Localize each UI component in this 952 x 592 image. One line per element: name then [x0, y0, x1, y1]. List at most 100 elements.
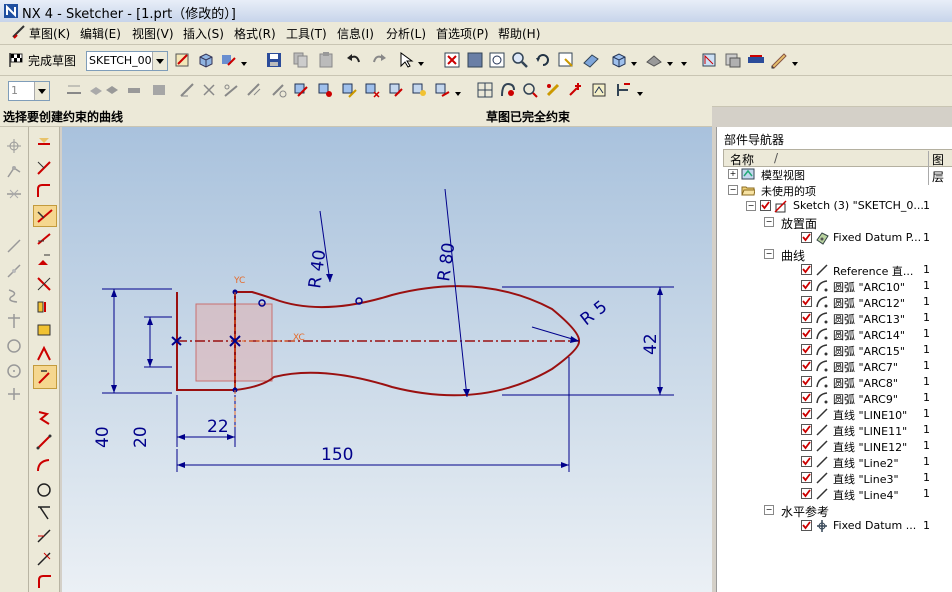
menu-help[interactable]: 帮助(H)	[498, 25, 540, 42]
reorder-icon[interactable]	[614, 81, 632, 99]
dimension-42[interactable]: 42	[641, 333, 661, 355]
chevron-down-icon[interactable]	[681, 61, 687, 67]
menu-view[interactable]: 视图(V)	[132, 25, 174, 42]
chevron-down-icon[interactable]	[631, 61, 637, 67]
quick-extend-tool-icon[interactable]	[35, 504, 53, 522]
save-icon[interactable]	[265, 51, 283, 69]
show-remove-constraints-icon[interactable]	[363, 81, 381, 99]
delay-evaluation-icon[interactable]	[544, 81, 562, 99]
line-icon[interactable]	[5, 237, 23, 255]
checkbox-checked-icon[interactable]	[801, 312, 812, 323]
reattach-icon[interactable]	[220, 51, 238, 69]
tree-node-line11[interactable]: 直线 "LINE11" 1	[717, 422, 952, 438]
parallel-dimension-icon[interactable]	[125, 81, 143, 99]
angular-dimension-icon[interactable]	[178, 81, 196, 99]
arc-icon[interactable]	[5, 262, 23, 280]
checkbox-checked-icon[interactable]	[801, 392, 812, 403]
fillet-tool-icon[interactable]	[35, 572, 53, 590]
checkbox-checked-icon[interactable]	[801, 328, 812, 339]
checkbox-checked-icon[interactable]	[801, 280, 812, 291]
select-tool-icon-active[interactable]	[33, 365, 57, 389]
dimension-150[interactable]: 150	[321, 445, 353, 465]
chevron-down-icon[interactable]	[455, 91, 461, 97]
zoom-icon[interactable]	[488, 51, 506, 69]
edit-object-icon[interactable]	[770, 51, 788, 69]
evaluate-sketch-icon[interactable]	[567, 81, 585, 99]
fit-view-icon[interactable]	[443, 51, 461, 69]
auto-constrain-icon[interactable]	[292, 81, 310, 99]
mirror-tool-icon[interactable]	[35, 252, 53, 270]
expand-icon[interactable]: +	[728, 169, 738, 179]
plus-point-icon[interactable]	[5, 385, 23, 403]
constraint-icon[interactable]	[270, 81, 288, 99]
graphics-window[interactable]: YC XC R 40 R 80 R 5 42 40 20 22 150	[62, 127, 712, 592]
show-all-constraints-icon[interactable]	[316, 81, 334, 99]
work-layer-icon[interactable]	[747, 51, 765, 69]
checkbox-checked-icon[interactable]	[801, 376, 812, 387]
paste-icon[interactable]	[317, 51, 335, 69]
render-style-icon[interactable]	[645, 51, 663, 69]
magnify-icon[interactable]	[511, 51, 529, 69]
pan-icon[interactable]	[557, 51, 575, 69]
perpendicular-dimension-icon[interactable]	[150, 81, 168, 99]
dimension-r5[interactable]: R 5	[577, 297, 611, 330]
circle-icon[interactable]	[5, 337, 23, 355]
vertical-dimension-icon[interactable]	[103, 81, 121, 99]
arc-segment-tool-icon[interactable]	[35, 457, 53, 475]
menu-info[interactable]: 信息(I)	[337, 25, 374, 42]
line-tool-icon[interactable]	[35, 159, 53, 177]
dimension-40[interactable]: 40	[93, 426, 113, 448]
layer-dropdown[interactable]: 1	[8, 81, 50, 101]
checkbox-checked-icon[interactable]	[801, 264, 812, 275]
point-icon[interactable]	[5, 137, 23, 155]
dimension-r80[interactable]: R 80	[434, 241, 459, 282]
spline-icon[interactable]	[5, 287, 23, 305]
menu-preferences[interactable]: 首选项(P)	[436, 25, 489, 42]
dimension-r40[interactable]: R 40	[305, 248, 330, 289]
radius-dimension-icon[interactable]	[222, 81, 240, 99]
collapse-icon[interactable]: −	[764, 217, 774, 227]
tree-node-fixed-datum-plane[interactable]: Fixed Datum P... 1	[717, 230, 952, 246]
sketch-name-icon[interactable]	[174, 51, 192, 69]
tree-node-arc9[interactable]: 圆弧 "ARC9" 1	[717, 390, 952, 406]
inferred-dimension-icon[interactable]	[65, 81, 83, 99]
chevron-down-icon[interactable]	[418, 61, 424, 67]
chevron-down-icon[interactable]	[34, 82, 49, 100]
tree-node-arc13[interactable]: 圆弧 "ARC13" 1	[717, 310, 952, 326]
checkbox-checked-icon[interactable]	[801, 488, 812, 499]
sketch-style-icon[interactable]	[499, 81, 517, 99]
profile-icon[interactable]	[5, 162, 23, 180]
tree-node-fixed-datum-axis[interactable]: Fixed Datum ... 1	[717, 518, 952, 534]
profile-tool-icon[interactable]	[35, 135, 53, 153]
chevron-down-icon[interactable]	[792, 61, 798, 67]
sketch-name-dropdown[interactable]: SKETCH_000	[86, 51, 168, 71]
tree-node-line3[interactable]: 直线 "Line3" 1	[717, 470, 952, 486]
checkbox-checked-icon[interactable]	[760, 200, 771, 211]
checkbox-checked-icon[interactable]	[801, 296, 812, 307]
zoom-box-icon[interactable]	[466, 51, 484, 69]
tree-node-arc14[interactable]: 圆弧 "ARC14" 1	[717, 326, 952, 342]
menu-edit[interactable]: 编辑(E)	[80, 25, 121, 42]
move-to-layer-icon[interactable]	[724, 51, 742, 69]
collapse-icon[interactable]: −	[746, 201, 756, 211]
tree-node-arc7[interactable]: 圆弧 "ARC7" 1	[717, 358, 952, 374]
chevron-down-icon[interactable]	[152, 52, 167, 70]
checkbox-checked-icon[interactable]	[801, 424, 812, 435]
menu-sketch[interactable]: 草图(K)	[29, 25, 70, 42]
tree-node-curves[interactable]: − 曲线	[717, 246, 952, 263]
chevron-down-icon[interactable]	[637, 91, 643, 97]
snap-view-icon[interactable]	[582, 51, 600, 69]
arc-tool-icon[interactable]	[35, 182, 53, 200]
constraint-tool-icon-active[interactable]	[33, 205, 57, 227]
tree-node-arc12[interactable]: 圆弧 "ARC12" 1	[717, 294, 952, 310]
redo-icon[interactable]	[370, 51, 388, 69]
circle-tool-icon[interactable]	[35, 481, 53, 499]
line-segment-tool-icon[interactable]	[35, 433, 53, 451]
locate-icon[interactable]	[521, 81, 539, 99]
rotate-icon[interactable]	[534, 51, 552, 69]
tree-node-line12[interactable]: 直线 "LINE12" 1	[717, 438, 952, 454]
perimeter-dimension-icon[interactable]	[245, 81, 263, 99]
checkbox-checked-icon[interactable]	[801, 520, 812, 531]
fillet-icon[interactable]	[5, 185, 23, 203]
tree-node-arc10[interactable]: 圆弧 "ARC10" 1	[717, 278, 952, 294]
